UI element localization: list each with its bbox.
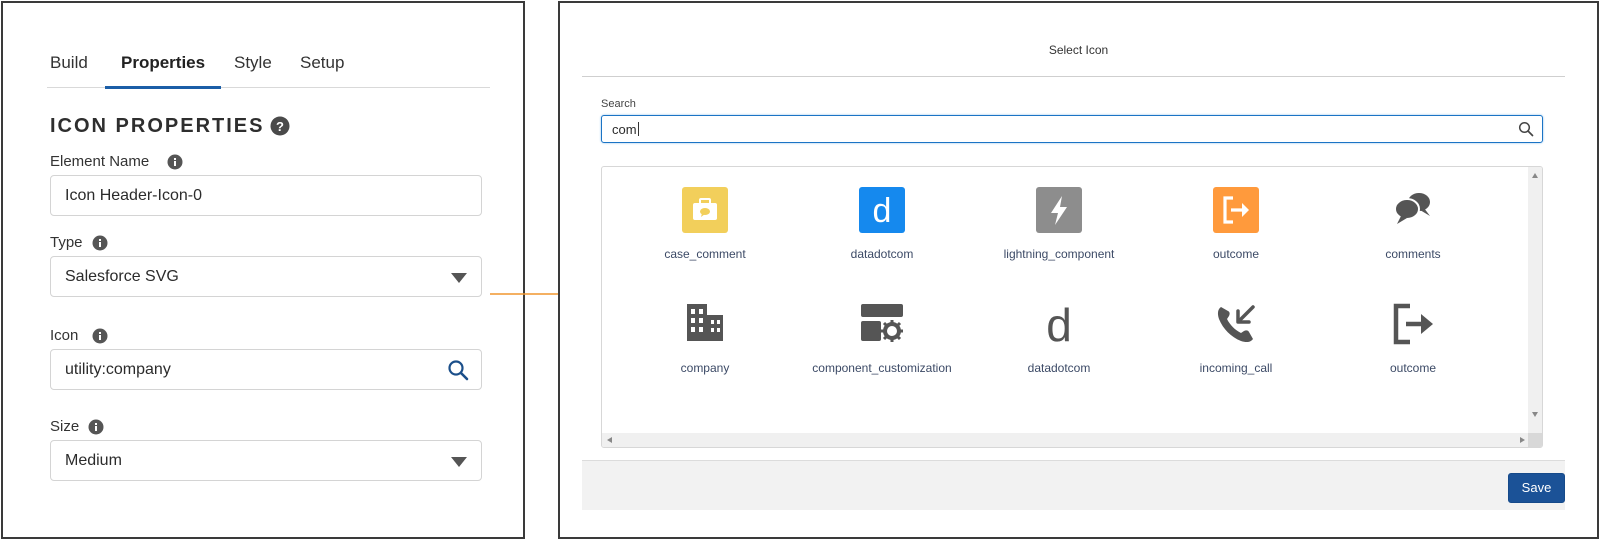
vertical-scrollbar[interactable] — [1528, 167, 1542, 435]
comments-icon — [1394, 193, 1430, 224]
size-label: Size — [50, 418, 80, 435]
search-icon[interactable] — [1518, 121, 1534, 137]
icon-option-label: incoming_call — [1199, 361, 1273, 375]
datadotcom-letter-icon: d — [1046, 301, 1072, 347]
icon-option-label: outcome — [1389, 361, 1437, 375]
chevron-down-icon — [451, 273, 467, 283]
type-select-value: Salesforce SVG — [65, 268, 179, 285]
icon-option-label: lightning_component — [1003, 247, 1115, 261]
section-title: ICON PROPERTIES — [50, 115, 265, 137]
properties-panel: Build Properties Style Setup ICON PROPER… — [1, 1, 525, 539]
icon-option-lightning-component[interactable]: lightning_component — [979, 187, 1139, 277]
size-select-value: Medium — [65, 452, 122, 469]
element-name-info-icon[interactable] — [167, 154, 183, 170]
component-customization-icon — [861, 304, 903, 342]
icon-input-value: utility:company — [65, 361, 171, 378]
icon-label: Icon — [50, 327, 79, 344]
select-icon-modal: Select Icon Search com case_comment d da… — [558, 1, 1599, 539]
datadotcom-icon: d — [859, 187, 905, 233]
outcome-icon — [1213, 187, 1259, 233]
icon-option-case-comment[interactable]: case_comment — [625, 187, 785, 277]
icon-grid: case_comment d datadotcom lightning_comp… — [601, 166, 1543, 448]
icon-option-label: datadotcom — [1027, 361, 1091, 375]
type-info-icon[interactable] — [92, 235, 108, 251]
icon-info-icon[interactable] — [92, 328, 108, 344]
text-cursor — [637, 122, 639, 136]
case-comment-icon — [682, 187, 728, 233]
icon-input[interactable]: utility:company — [50, 349, 482, 390]
element-name-label: Element Name — [50, 153, 150, 170]
scroll-right-icon[interactable] — [1520, 437, 1525, 443]
tab-build[interactable]: Build — [50, 53, 88, 88]
tab-style[interactable]: Style — [234, 53, 272, 88]
svg-text:d: d — [873, 192, 892, 230]
help-icon[interactable]: ? — [270, 116, 290, 136]
chevron-down-icon — [451, 457, 467, 467]
tab-bar: Build Properties Style Setup — [47, 45, 490, 89]
icon-option-comments[interactable]: comments — [1333, 187, 1493, 277]
icon-option-outcome-utility[interactable]: outcome — [1333, 301, 1493, 391]
icon-option-label: comments — [1385, 247, 1441, 261]
modal-title: Select Icon — [1048, 43, 1109, 57]
scroll-down-icon[interactable] — [1532, 412, 1538, 417]
search-icon[interactable] — [447, 359, 469, 381]
modal-divider — [582, 76, 1565, 77]
type-select[interactable]: Salesforce SVG — [50, 256, 482, 297]
icon-option-label: company — [680, 361, 730, 375]
size-info-icon[interactable] — [88, 419, 104, 435]
search-input[interactable]: com — [601, 115, 1543, 143]
icon-option-label: component_customization — [812, 361, 952, 375]
icon-option-datadotcom-utility[interactable]: d datadotcom — [979, 301, 1139, 391]
search-label: Search — [601, 98, 636, 110]
icon-option-label: outcome — [1212, 247, 1260, 261]
icon-option-component-customization[interactable]: component_customization — [802, 301, 962, 391]
scrollbar-corner — [1528, 433, 1542, 447]
element-name-input[interactable]: Icon Header-Icon-0 — [50, 175, 482, 216]
horizontal-scrollbar[interactable] — [602, 433, 1530, 447]
icon-option-incoming-call[interactable]: incoming_call — [1156, 301, 1316, 391]
size-select[interactable]: Medium — [50, 440, 482, 481]
company-icon — [687, 304, 723, 341]
type-label: Type — [50, 234, 83, 251]
icon-option-label: datadotcom — [850, 247, 914, 261]
search-input-value: com — [612, 122, 637, 137]
lightning-bolt-icon — [1036, 187, 1082, 233]
scroll-up-icon[interactable] — [1532, 173, 1538, 178]
save-button[interactable]: Save — [1508, 473, 1565, 503]
svg-text:?: ? — [276, 119, 284, 134]
tab-properties[interactable]: Properties — [104, 53, 222, 89]
modal-footer: Save — [582, 460, 1565, 510]
icon-option-label: case_comment — [664, 247, 746, 261]
icon-option-outcome[interactable]: outcome — [1156, 187, 1316, 277]
tab-setup[interactable]: Setup — [300, 53, 344, 88]
icon-option-datadotcom[interactable]: d datadotcom — [802, 187, 962, 277]
svg-text:d: d — [1046, 301, 1072, 347]
outcome-utility-icon — [1393, 303, 1433, 345]
incoming-call-icon — [1217, 305, 1255, 343]
scroll-left-icon[interactable] — [607, 437, 612, 443]
icon-option-company[interactable]: company — [625, 301, 785, 391]
